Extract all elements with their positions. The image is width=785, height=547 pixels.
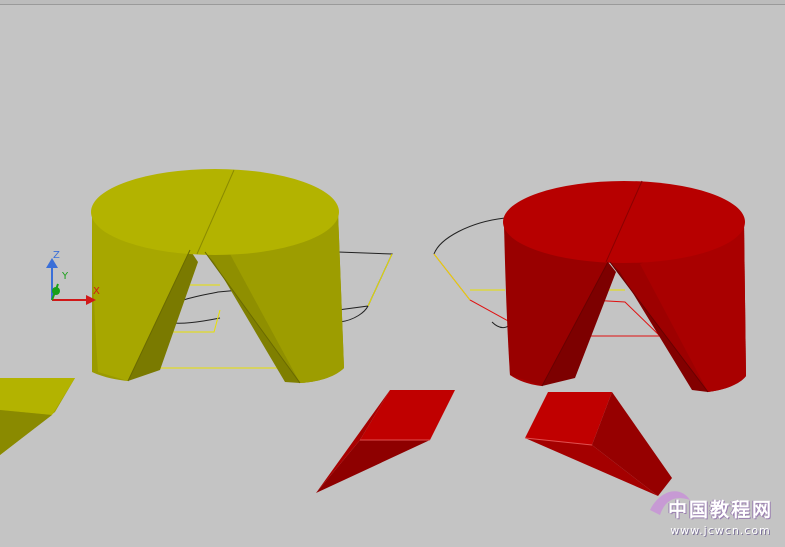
- 3d-viewport[interactable]: Z Y X 中国教程网 www.jcwcn.com: [0, 0, 785, 547]
- ucs-z-label: Z: [53, 250, 60, 261]
- watermark-title: 中国教程网: [667, 499, 773, 521]
- red-wedge-piece-left[interactable]: [316, 390, 455, 493]
- watermark-url: www.jcwcn.com: [670, 524, 771, 537]
- watermark: 中国教程网 www.jcwcn.com: [668, 495, 773, 537]
- yellow-stool[interactable]: [91, 169, 393, 384]
- ucs-y-label: Y: [61, 271, 69, 282]
- red-wedge-piece-right[interactable]: [524, 392, 672, 496]
- yellow-wedge-piece[interactable]: [0, 378, 75, 455]
- scene-canvas: Z Y X: [0, 169, 746, 515]
- ucs-icon: Z Y X: [46, 250, 100, 305]
- red-stool[interactable]: [433, 180, 746, 393]
- ucs-x-label: X: [93, 286, 100, 297]
